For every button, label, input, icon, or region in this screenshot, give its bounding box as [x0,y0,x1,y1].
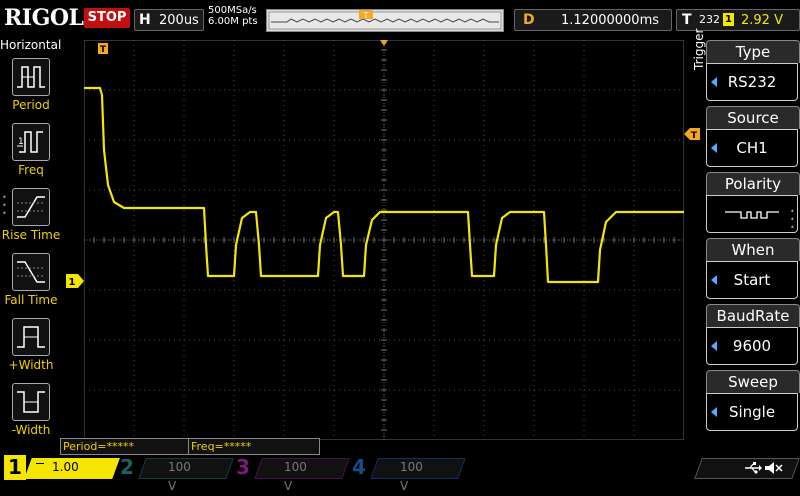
menu-type-title: Type [706,40,800,63]
left-page-dots: • • • [2,193,7,218]
channel-1-coupling-icon [36,463,44,464]
menu-source-title: Source [706,106,800,129]
memory-trigger-marker: T [363,11,369,20]
channel-3-number: 3 [236,455,250,479]
menu-baudrate-arrow-icon [711,341,717,351]
period-icon [17,66,45,88]
trigger-letter: T [682,12,692,28]
menu-source-arrow-icon [711,143,717,153]
period-button[interactable] [12,58,50,96]
rise-time-button[interactable] [12,188,50,226]
channel-2-scale: 100 V [168,460,191,493]
freq-icon: 1 [17,131,43,153]
period-label: Period [12,98,50,112]
timebase-box[interactable]: H 200us [134,9,204,31]
negative-width-icon [17,391,45,413]
menu-polarity[interactable]: Polarity [706,172,800,234]
negative-width-button[interactable] [12,383,50,421]
menu-type-arrow-icon [711,77,717,87]
menu-sweep-value[interactable]: Single [706,393,798,431]
run-stop-badge[interactable]: STOP [84,8,130,28]
menu-baudrate-title: BaudRate [706,304,800,327]
menu-source-value[interactable]: CH1 [706,129,798,167]
menu-baudrate-value[interactable]: 9600 [706,327,798,365]
menu-sweep-arrow-icon [711,407,717,417]
svg-text:T: T [100,45,107,55]
channel-3-scale: 100 V [284,460,307,493]
trigger-position-marker[interactable]: T [98,43,108,55]
channel-4-number: 4 [352,455,366,479]
delay-box[interactable]: D 1.12000000ms [514,9,672,31]
channel-2-number: 2 [120,455,134,479]
positive-width-icon [17,326,45,348]
usb-icon [745,462,762,474]
speaker-muted-icon[interactable] [764,461,784,475]
timebase-value: 200us [159,13,199,28]
menu-when[interactable]: When Start [706,238,800,300]
rise-time-label: Rise Time [1,228,61,242]
menu-sweep-title: Sweep [706,370,800,393]
channel-1-scale: 1.00 V [52,460,79,493]
negative-width-label: -Width [11,423,51,437]
fall-time-button[interactable] [12,253,50,291]
channel-1-number: 1 [4,455,26,480]
right-page-dots: • • • [790,207,795,232]
freq-button[interactable]: 1 [12,123,50,161]
menu-source[interactable]: Source CH1 [706,106,800,168]
menu-sweep[interactable]: Sweep Single [706,370,800,432]
menu-when-value[interactable]: Start [706,261,798,299]
menu-type-value[interactable]: RS232 [706,63,798,101]
delay-value: 1.12000000ms [561,13,660,28]
menu-baudrate[interactable]: BaudRate 9600 [706,304,800,366]
horizontal-measure-panel: Horizontal Period 1 Freq • • • Rise Time F… [0,38,62,438]
channel1-ground-marker[interactable]: 1 [66,274,84,288]
channel-bar: 1 1.00 V 2 100 V 3 100 V 4 100 V [0,455,800,493]
memory-overview-waveform: T [268,10,502,30]
svg-text:1: 1 [69,277,76,288]
positive-width-button[interactable] [12,318,50,356]
measurement-period: Period=***** [60,438,190,455]
trigger-menu-panel: Trigger Type RS232 Source CH1 Polarity •… [686,29,800,438]
freq-label: Freq [18,163,44,177]
brand-logo: RIGOL [4,5,84,31]
fall-time-icon [17,261,45,283]
channel-4-scale: 100 V [400,460,423,493]
polarity-waveform-icon [725,211,779,219]
menu-when-arrow-icon [711,275,717,285]
horizontal-panel-title: Horizontal [0,38,62,52]
memory-depth: 6.00M pts [208,16,258,27]
menu-polarity-value[interactable] [706,195,798,233]
memory-overview[interactable]: T [266,9,504,32]
menu-type[interactable]: Type RS232 [706,40,800,102]
trigger-level: 2.92 V [741,13,783,28]
sample-rate: 500MSa/s [208,5,257,16]
trigger-menu-label: Trigger [692,28,706,70]
measurement-freq: Freq=***** [188,438,320,455]
menu-when-title: When [706,238,800,261]
waveform-display[interactable]: T [84,40,684,440]
timebase-letter: H [139,12,151,28]
menu-polarity-title: Polarity [706,172,800,195]
fall-time-label: Fall Time [4,293,58,307]
sample-info: 500MSa/s 6.00M pts [208,5,258,27]
delay-letter: D [523,12,535,28]
trigger-channel-badge: 1 [723,13,734,26]
rise-time-icon [17,196,45,218]
top-status-bar: RIGOL STOP H 200us 500MSa/s 6.00M pts T … [0,0,800,36]
positive-width-label: +Width [8,358,54,372]
